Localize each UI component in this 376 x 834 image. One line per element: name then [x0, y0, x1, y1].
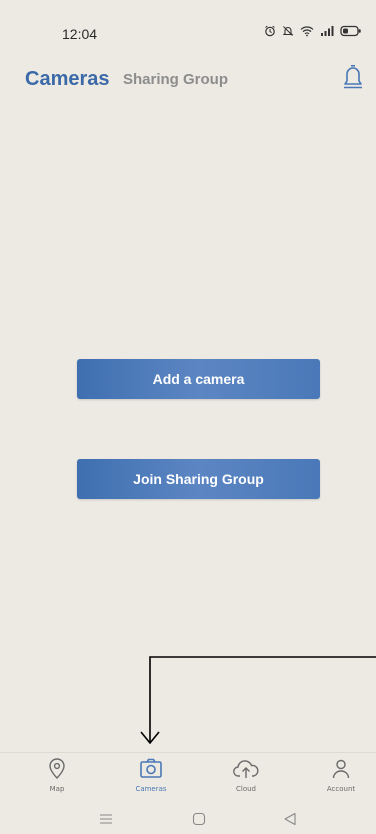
battery-icon: [340, 24, 362, 42]
bell-icon[interactable]: [342, 64, 364, 92]
wifi-icon: [300, 24, 314, 42]
mute-icon: [282, 24, 294, 42]
nav-label-map: Map: [49, 785, 65, 793]
cloud-upload-icon: [233, 760, 259, 778]
tab-cameras[interactable]: Cameras: [25, 68, 110, 91]
nav-label-cameras: Cameras: [135, 785, 167, 793]
add-camera-button[interactable]: Add a camera: [77, 359, 320, 399]
status-bar: 12:04: [0, 0, 376, 50]
header: Cameras Sharing Group: [0, 60, 376, 100]
user-icon: [332, 759, 350, 779]
location-pin-icon: [49, 758, 65, 779]
alarm-icon: [264, 24, 276, 42]
system-nav-bar: [0, 806, 376, 834]
signal-icon: [320, 24, 334, 42]
camera-icon: [140, 758, 162, 778]
back-icon[interactable]: [283, 812, 297, 831]
nav-label-cloud: Cloud: [236, 785, 256, 793]
nav-item-cameras[interactable]: Cameras: [116, 757, 186, 793]
nav-item-account[interactable]: Account: [306, 757, 376, 793]
status-time: 12:04: [62, 26, 98, 42]
nav-label-account: Account: [326, 785, 356, 793]
nav-item-cloud[interactable]: Cloud: [211, 757, 281, 793]
bottom-nav: Map Cameras Cloud Account: [0, 752, 376, 803]
join-sharing-group-button[interactable]: Join Sharing Group: [77, 459, 320, 499]
status-icons: [264, 24, 362, 42]
annotation-arrow: [140, 656, 376, 745]
home-icon[interactable]: [192, 812, 206, 831]
tab-sharing-group[interactable]: Sharing Group: [123, 71, 228, 88]
nav-item-map[interactable]: Map: [22, 757, 92, 793]
menu-icon[interactable]: [99, 812, 113, 831]
